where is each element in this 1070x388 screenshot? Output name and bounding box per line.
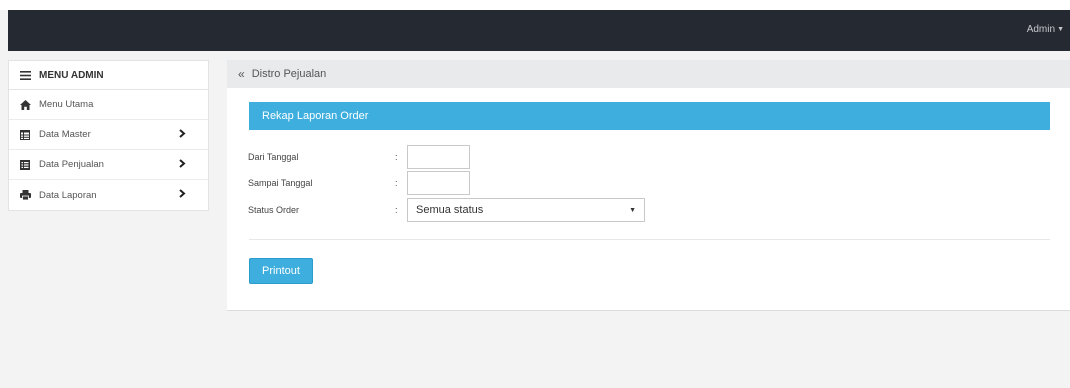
sidebar-item-label: Data Penjualan	[39, 159, 104, 170]
menu-icon	[19, 70, 31, 80]
form-divider	[249, 239, 1050, 240]
printout-button[interactable]: Printout	[249, 258, 313, 284]
breadcrumb: « Distro Pejualan	[227, 60, 1070, 88]
chevron-right-icon	[179, 159, 186, 171]
sidebar-item-data-master[interactable]: Data Master	[9, 120, 208, 150]
status-select-value: Semua status	[416, 204, 484, 216]
sidebar-item-data-penjualan[interactable]: Data Penjualan	[9, 150, 208, 180]
table-icon	[19, 129, 31, 140]
print-icon	[19, 190, 31, 200]
status-label: Status Order	[248, 205, 300, 215]
admin-user-menu[interactable]: Admin ▼	[1027, 24, 1064, 35]
colon-separator: :	[395, 152, 398, 162]
sidebar-item-label: Menu Utama	[39, 99, 94, 110]
chevron-right-icon	[179, 189, 186, 201]
page-title: Distro Pejualan	[251, 68, 327, 80]
sidebar-title: MENU ADMIN	[39, 69, 104, 81]
to-date-input[interactable]	[407, 171, 470, 195]
double-chevron-left-icon[interactable]: «	[238, 67, 245, 81]
caret-down-icon: ▼	[1057, 26, 1064, 33]
status-select[interactable]: Semua status ▼	[407, 198, 645, 222]
from-date-label: Dari Tanggal	[248, 152, 299, 162]
top-navbar: Admin ▼	[8, 10, 1070, 51]
dropdown-arrow-icon: ▼	[629, 206, 636, 214]
home-icon	[19, 99, 31, 110]
panel-heading: Rekap Laporan Order	[249, 102, 1050, 130]
from-date-row: Dari Tanggal :	[248, 145, 470, 169]
sidebar-item-menu-utama[interactable]: Menu Utama	[9, 90, 208, 120]
report-panel: Rekap Laporan Order Dari Tanggal : Sampa…	[227, 88, 1070, 311]
to-date-label: Sampai Tanggal	[248, 178, 313, 188]
sidebar-item-label: Data Laporan	[39, 189, 97, 201]
status-row: Status Order : Semua status ▼	[248, 198, 645, 222]
sidebar-item-data-laporan[interactable]: Data Laporan	[9, 180, 208, 210]
from-date-input[interactable]	[407, 145, 470, 169]
sidebar-header: MENU ADMIN	[9, 61, 208, 90]
to-date-row: Sampai Tanggal :	[248, 171, 470, 195]
sidebar: MENU ADMIN Menu Utama Data Master Data P…	[8, 60, 209, 211]
admin-user-label: Admin	[1026, 24, 1056, 35]
top-strip	[0, 0, 1070, 10]
colon-separator: :	[395, 205, 398, 215]
chevron-right-icon	[179, 129, 186, 141]
sidebar-item-label: Data Master	[39, 129, 91, 140]
list-alt-icon	[19, 159, 31, 170]
colon-separator: :	[395, 178, 398, 188]
panel-title: Rekap Laporan Order	[262, 110, 369, 122]
